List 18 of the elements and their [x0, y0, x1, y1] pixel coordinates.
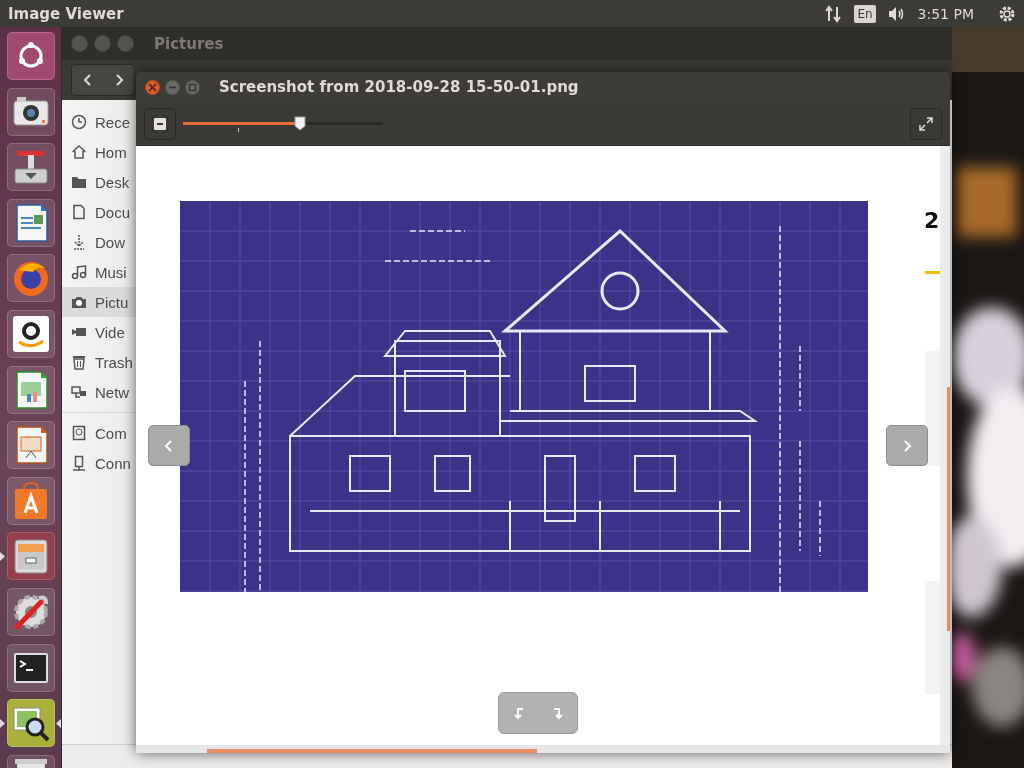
heading-text: 2: [924, 208, 940, 233]
sidebar-item[interactable]: Musi: [62, 257, 136, 287]
sidebar-item[interactable]: Com: [62, 418, 136, 448]
sidebar-item[interactable]: Netw: [62, 377, 136, 407]
keyboard-layout-indicator[interactable]: En: [854, 4, 876, 23]
sidebar-item[interactable]: Conn: [62, 448, 136, 478]
sidebar-item[interactable]: Desk: [62, 167, 136, 197]
sidebar-item[interactable]: Hom: [62, 137, 136, 167]
sidebar-item[interactable]: Dow: [62, 227, 136, 257]
sidebar-item[interactable]: Trash: [62, 347, 136, 377]
sidebar-item[interactable]: Docu: [62, 197, 136, 227]
window-title: Screenshot from 2018-09-28 15-50-01.png: [219, 78, 579, 96]
clock[interactable]: 3:51 PM: [917, 5, 974, 22]
sidebar-item[interactable]: Pictu: [62, 287, 136, 317]
sidebar-item[interactable]: Vide: [62, 317, 136, 347]
app-title: Image Viewer: [8, 4, 124, 23]
sidebar-item[interactable]: Rece: [62, 107, 136, 137]
window-title: Pictures: [154, 34, 224, 53]
